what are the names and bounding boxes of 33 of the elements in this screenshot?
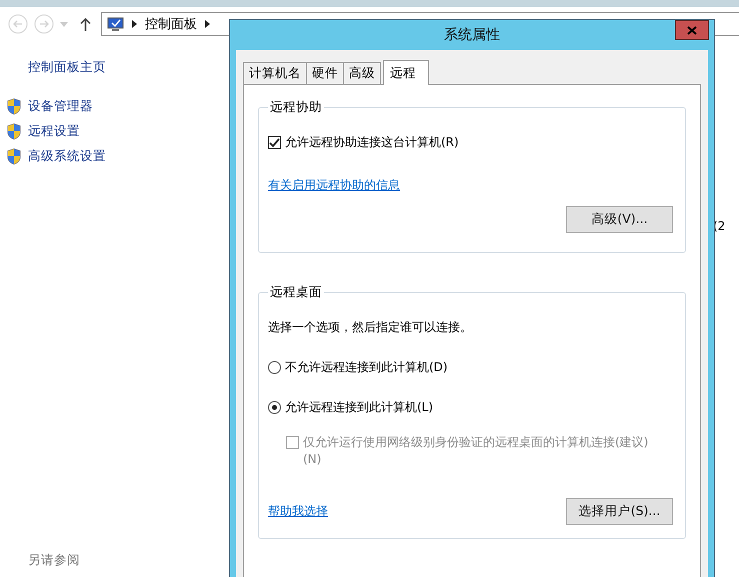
instruction-text: 选择一个选项，然后指定谁可以连接。 xyxy=(268,319,473,336)
radio-button[interactable] xyxy=(268,361,281,374)
window-title: 系统属性 xyxy=(444,26,500,44)
help-link[interactable]: 帮助我选择 xyxy=(268,503,328,520)
tab[interactable]: 计算机名 xyxy=(243,62,307,84)
shield-icon xyxy=(6,123,22,140)
sidebar-link[interactable]: 高级系统设置 xyxy=(28,148,106,165)
radio-button[interactable] xyxy=(268,401,281,414)
breadcrumb-item[interactable]: 控制面板 xyxy=(145,15,197,33)
home-link[interactable]: 控制面板主页 xyxy=(28,59,222,76)
checkbox-label: 允许远程协助连接这台计算机(R) xyxy=(285,134,459,151)
up-arrow-icon[interactable] xyxy=(80,18,91,30)
checkbox-label: 仅允许运行使用网络级别身份验证的远程桌面的计算机连接(建议)(N) xyxy=(303,434,650,468)
shield-icon xyxy=(6,148,22,165)
tab[interactable]: 远程 xyxy=(383,60,429,85)
computer-icon xyxy=(107,16,124,32)
sidebar-link[interactable]: 设备管理器 xyxy=(28,98,93,115)
info-link[interactable]: 有关启用远程协助的信息 xyxy=(268,177,400,194)
close-icon xyxy=(687,26,697,34)
shield-icon xyxy=(6,98,22,115)
group-title: 远程协助 xyxy=(269,99,323,116)
radio-label: 允许远程连接到此计算机(L) xyxy=(285,399,434,416)
see-also-heading: 另请参阅 xyxy=(28,552,81,569)
close-button[interactable] xyxy=(675,20,709,40)
checkbox[interactable] xyxy=(268,136,281,149)
tab[interactable]: 高级 xyxy=(343,62,381,84)
sidebar-link[interactable]: 远程设置 xyxy=(28,123,80,140)
chevron-icon xyxy=(132,20,137,28)
group-title: 远程桌面 xyxy=(269,284,323,301)
radio-label: 不允许远程连接到此计算机(D) xyxy=(285,359,448,376)
select-users-button[interactable]: 选择用户(S)... xyxy=(566,498,673,525)
chevron-icon xyxy=(205,20,210,28)
advanced-button[interactable]: 高级(V)... xyxy=(566,206,673,233)
